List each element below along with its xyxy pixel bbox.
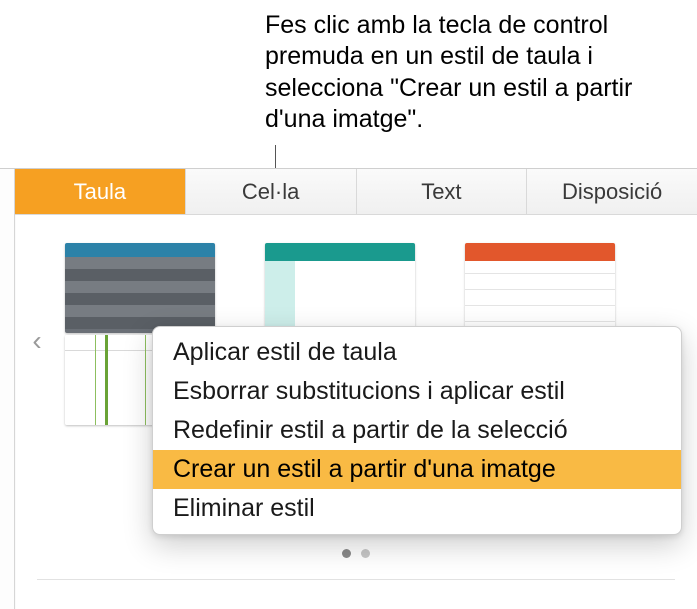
panel-separator — [37, 579, 675, 580]
styles-prev-button[interactable]: ‹ — [23, 318, 51, 364]
menu-delete-style[interactable]: Eliminar estil — [153, 489, 681, 528]
menu-redefine-from-selection[interactable]: Redefinir estil a partir de la selecció — [153, 411, 681, 450]
styles-page-dot-2[interactable] — [361, 549, 370, 558]
table-style-thumb-3[interactable] — [465, 243, 615, 333]
tab-text[interactable]: Text — [357, 169, 528, 214]
tab-table[interactable]: Taula — [15, 169, 186, 214]
tab-layout[interactable]: Disposició — [527, 169, 697, 214]
menu-create-from-image[interactable]: Crear un estil a partir d'una imatge — [153, 450, 681, 489]
menu-apply-style[interactable]: Aplicar estil de taula — [153, 333, 681, 372]
table-style-context-menu: Aplicar estil de taula Esborrar substitu… — [152, 326, 682, 535]
tab-cell[interactable]: Cel·la — [186, 169, 357, 214]
table-style-thumb-2[interactable] — [265, 243, 415, 333]
menu-clear-overrides[interactable]: Esborrar substitucions i aplicar estil — [153, 372, 681, 411]
styles-page-dot-1[interactable] — [342, 549, 351, 558]
inspector-tabs: Taula Cel·la Text Disposició — [15, 169, 697, 215]
styles-pagination — [15, 549, 697, 558]
table-style-thumb-1[interactable] — [65, 243, 215, 333]
chevron-left-icon: ‹ — [32, 325, 41, 357]
instruction-callout: Fes clic amb la tecla de control premuda… — [265, 10, 685, 135]
